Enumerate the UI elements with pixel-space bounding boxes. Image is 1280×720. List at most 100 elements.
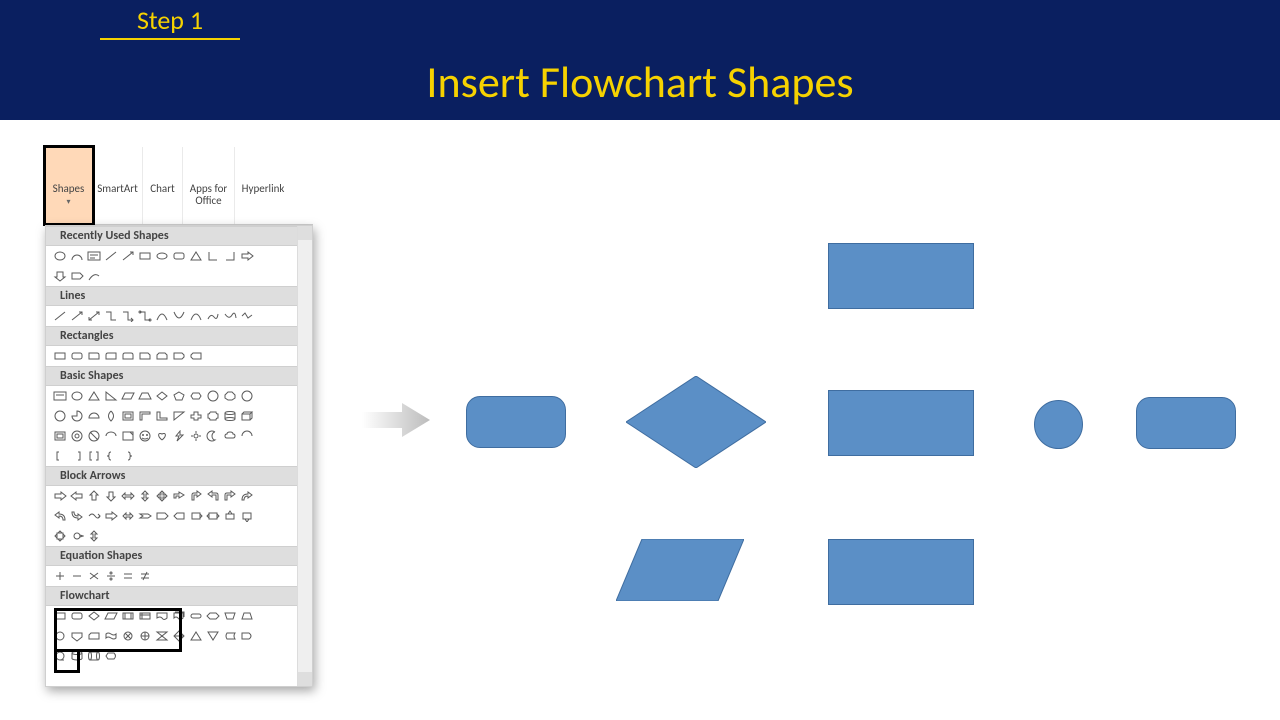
free1-icon[interactable] [205, 309, 221, 323]
ba-lup2-icon[interactable] [222, 489, 238, 503]
ba2-11-icon[interactable] [222, 509, 238, 523]
fc-doc-icon[interactable] [154, 609, 170, 623]
r5-icon[interactable] [120, 349, 136, 363]
tri-icon[interactable] [188, 249, 204, 263]
r6-icon[interactable] [137, 349, 153, 363]
b-halfframe-icon[interactable] [137, 409, 153, 423]
textbox-icon[interactable] [86, 249, 102, 263]
fc-term-icon[interactable] [188, 609, 204, 623]
ba3-2-icon[interactable] [69, 529, 85, 543]
elbow1-icon[interactable] [103, 309, 119, 323]
b-fold-icon[interactable] [120, 429, 136, 443]
ba2-6-icon[interactable] [137, 509, 153, 523]
ba-q-icon[interactable] [154, 489, 170, 503]
line2-icon[interactable] [69, 309, 85, 323]
r8-icon[interactable] [171, 349, 187, 363]
eq-div-icon[interactable] [103, 569, 119, 583]
fc-sum-icon[interactable] [120, 629, 136, 643]
b-block-icon[interactable] [103, 429, 119, 443]
hyperlink-button[interactable]: Hyperlink [235, 147, 291, 224]
fc-conn-icon[interactable] [52, 629, 68, 643]
ba2-9-icon[interactable] [188, 509, 204, 523]
b-brcl-icon[interactable] [103, 449, 119, 463]
eq-neq-icon[interactable] [137, 569, 153, 583]
fc-pred-icon[interactable] [120, 609, 136, 623]
b-chord-icon[interactable] [86, 409, 102, 423]
arrow-icon[interactable] [120, 249, 136, 263]
scrollbar[interactable] [297, 226, 312, 686]
ba3-3-icon[interactable] [86, 529, 102, 543]
penta-icon[interactable] [69, 269, 85, 283]
b-dodec-icon[interactable] [52, 409, 68, 423]
fc-seq-icon[interactable] [52, 649, 68, 663]
flowchart-connector[interactable] [1034, 400, 1083, 449]
fc-disp-icon[interactable] [103, 649, 119, 663]
fc-alt-icon[interactable] [69, 609, 85, 623]
b-diag-icon[interactable] [171, 409, 187, 423]
curve3-icon[interactable] [188, 309, 204, 323]
fc-intern-icon[interactable] [137, 609, 153, 623]
b-oval-icon[interactable] [69, 389, 85, 403]
b-cloud-icon[interactable] [222, 429, 238, 443]
ba2-12-icon[interactable] [239, 509, 255, 523]
b-pie-icon[interactable] [69, 409, 85, 423]
ba2-7-icon[interactable] [154, 509, 170, 523]
rect-icon[interactable] [137, 249, 153, 263]
b-cube-icon[interactable] [239, 409, 255, 423]
ba-u2-icon[interactable] [188, 489, 204, 503]
b-arc2-icon[interactable] [239, 429, 255, 443]
ba-l-icon[interactable] [69, 489, 85, 503]
elbow3-icon[interactable] [137, 309, 153, 323]
r3-icon[interactable] [86, 349, 102, 363]
fc-off-icon[interactable] [69, 629, 85, 643]
flowchart-terminator-1[interactable] [466, 396, 566, 448]
shapes-button[interactable]: Shapes ▾ [45, 147, 93, 224]
eq-minus-icon[interactable] [69, 569, 85, 583]
eq-eq-icon[interactable] [120, 569, 136, 583]
b-tb-icon[interactable] [52, 389, 68, 403]
fc-merge-icon[interactable] [205, 629, 221, 643]
b-rtri-icon[interactable] [103, 389, 119, 403]
r2-icon[interactable] [69, 349, 85, 363]
scroll-up-icon[interactable] [298, 226, 312, 240]
curve2-icon[interactable] [171, 309, 187, 323]
fc-data-icon[interactable] [103, 609, 119, 623]
elbow2-icon[interactable] [120, 309, 136, 323]
fc-man-icon[interactable] [222, 609, 238, 623]
fc-dec-icon[interactable] [86, 609, 102, 623]
ba-curve-icon[interactable] [239, 489, 255, 503]
arc-icon[interactable] [69, 249, 85, 263]
ba2-2-icon[interactable] [69, 509, 85, 523]
smartart-button[interactable]: SmartArt [93, 147, 143, 224]
b-can-icon[interactable] [222, 409, 238, 423]
apps-button[interactable]: Apps for Office [183, 147, 235, 224]
r1-icon[interactable] [52, 349, 68, 363]
l-icon[interactable] [205, 249, 221, 263]
fc-mag-icon[interactable] [69, 649, 85, 663]
b-hex-icon[interactable] [188, 389, 204, 403]
b-moon-icon[interactable] [205, 429, 221, 443]
rarrow-icon[interactable] [239, 249, 255, 263]
chart-button[interactable]: Chart [143, 147, 183, 224]
free2-icon[interactable] [222, 309, 238, 323]
flowchart-process-1[interactable] [828, 243, 974, 309]
fc-direct-icon[interactable] [86, 649, 102, 663]
fc-stor-icon[interactable] [222, 629, 238, 643]
fc-prep-icon[interactable] [205, 609, 221, 623]
b-pent-icon[interactable] [171, 389, 187, 403]
r7-icon[interactable] [154, 349, 170, 363]
ba-lup-icon[interactable] [205, 489, 221, 503]
r9-icon[interactable] [188, 349, 204, 363]
b-frame-icon[interactable] [120, 409, 136, 423]
ba-bent-icon[interactable] [171, 489, 187, 503]
b-smiley-icon[interactable] [137, 429, 153, 443]
fc-process-icon[interactable] [52, 609, 68, 623]
fc-card-icon[interactable] [86, 629, 102, 643]
darrow-icon[interactable] [52, 269, 68, 283]
flowchart-data[interactable] [616, 539, 744, 601]
b-sun-icon[interactable] [188, 429, 204, 443]
b-dec-icon[interactable] [239, 389, 255, 403]
fc-multi-icon[interactable] [171, 609, 187, 623]
ba2-1-icon[interactable] [52, 509, 68, 523]
b-l-icon[interactable] [154, 409, 170, 423]
